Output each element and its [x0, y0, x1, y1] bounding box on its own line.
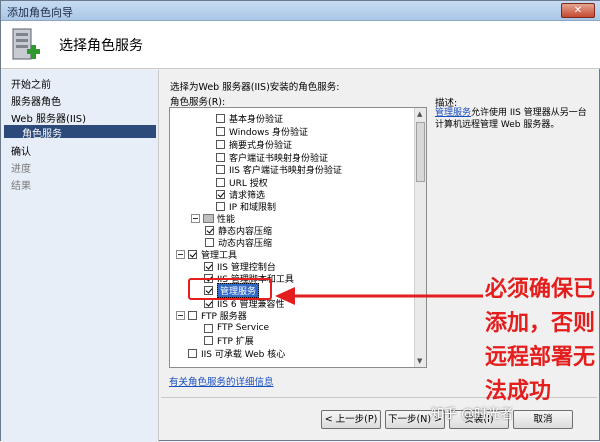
tree-group-management-tools[interactable]: 管理工具 [176, 248, 237, 261]
sidebar-item-label: 角色服务 [22, 129, 62, 140]
checkbox[interactable] [216, 201, 225, 211]
tree-item-label: 基本身份验证 [229, 114, 284, 125]
description-text: 管理服务允许使用 IIS 管理器从另一台计算机远程管理 Web 服务器。 [435, 107, 593, 131]
cancel-button[interactable]: 取消 [513, 410, 573, 429]
checkbox[interactable] [216, 164, 225, 174]
instruction-text: 选择为Web 服务器(IIS)安装的角色服务: [170, 82, 340, 93]
sidebar-item-progress: 进度 [11, 164, 31, 175]
tree-item-label: IIS 可承载 Web 核心 [201, 349, 286, 360]
tree-item-label: FTP Service [217, 323, 270, 333]
highlight-box [188, 278, 272, 300]
tree-item[interactable]: 请求筛选 [216, 188, 265, 201]
sidebar-item-server-roles[interactable]: 服务器角色 [11, 93, 61, 108]
wizard-header: 选择角色服务 [1, 21, 600, 69]
tree-item[interactable]: URL 授权 [216, 176, 268, 189]
title-bar: 添加角色向导 ✕ [1, 1, 600, 21]
sidebar-item-role-services[interactable]: 角色服务 [4, 125, 156, 140]
checkbox[interactable] [216, 177, 225, 187]
tree-item[interactable]: FTP Service [204, 322, 269, 334]
tree-scrollbar[interactable]: ▲ ▼ [414, 108, 426, 367]
page-title: 选择角色服务 [59, 38, 143, 54]
checkbox[interactable] [188, 348, 197, 358]
checkbox[interactable] [188, 310, 197, 320]
checkbox[interactable] [204, 261, 213, 271]
tree-item[interactable]: 基本身份验证 [216, 112, 284, 125]
sidebar-item-results: 结果 [11, 181, 31, 192]
folder-icon [203, 213, 214, 223]
sidebar-item-before-you-begin[interactable]: 开始之前 [11, 76, 51, 91]
tree-item[interactable]: IIS 可承载 Web 核心 [188, 347, 286, 360]
tree-group-ftp-server[interactable]: FTP 服务器 [176, 309, 247, 322]
role-services-label: 角色服务(R): [170, 97, 226, 108]
tree-item-label: IIS 客户端证书映射身份验证 [229, 165, 342, 176]
scroll-up-icon[interactable]: ▲ [417, 110, 422, 118]
sidebar-item-confirmation[interactable]: 确认 [11, 143, 31, 158]
add-roles-wizard-window: 添加角色向导 ✕ 选择角色服务 开始之前 服务器角色 Web 服务器(IIS) … [0, 0, 600, 442]
checkbox[interactable] [205, 237, 214, 247]
tree-item[interactable]: 动态内容压缩 [205, 236, 272, 249]
more-info-link[interactable]: 有关角色服务的详细信息 [169, 374, 274, 388]
tree-item[interactable]: 摘要式身份验证 [216, 138, 293, 151]
description-link[interactable]: 管理服务 [435, 108, 471, 118]
tree-item-label: FTP 扩展 [217, 336, 254, 347]
checkbox[interactable] [204, 323, 213, 333]
prev-button[interactable]: < 上一步(P) [321, 410, 381, 429]
watermark: 知乎 @时光者 [431, 407, 514, 422]
arrow-left-icon [275, 287, 483, 305]
checkbox[interactable] [216, 113, 225, 123]
scroll-thumb[interactable] [416, 122, 425, 182]
collapse-icon[interactable] [191, 213, 200, 223]
scroll-down-icon[interactable]: ▼ [417, 357, 422, 365]
tree-item-label: FTP 服务器 [201, 311, 247, 322]
checkbox[interactable] [216, 152, 225, 162]
tree-group-performance[interactable]: 性能 [191, 212, 235, 225]
tree-item[interactable]: 客户端证书映射身份验证 [216, 151, 328, 164]
tree-item[interactable]: Windows 身份验证 [216, 125, 309, 138]
tree-item[interactable]: 静态内容压缩 [205, 224, 272, 237]
tree-item[interactable]: FTP 扩展 [204, 334, 254, 347]
window-title: 添加角色向导 [7, 6, 73, 19]
collapse-icon[interactable] [176, 249, 185, 259]
annotation-text: 必须确保已添加，否则远程部署无法成功 [485, 277, 596, 404]
checkbox[interactable] [216, 189, 225, 199]
tree-item-label: 摘要式身份验证 [229, 140, 293, 151]
checkbox[interactable] [204, 335, 213, 345]
role-services-tree[interactable]: 基本身份验证 Windows 身份验证 摘要式身份验证 客户端证书映射身份验证 … [169, 107, 427, 368]
tree-item[interactable]: IP 和域限制 [216, 200, 276, 213]
checkbox[interactable] [188, 249, 197, 259]
server-add-icon [12, 28, 40, 60]
tree-item-label: Windows 身份验证 [229, 127, 309, 138]
checkbox[interactable] [205, 225, 214, 235]
checkbox[interactable] [216, 126, 225, 136]
wizard-sidebar: 开始之前 服务器角色 Web 服务器(IIS) 角色服务 确认 进度 结果 [1, 70, 159, 442]
close-button[interactable]: ✕ [561, 3, 595, 18]
checkbox[interactable] [216, 139, 225, 149]
collapse-icon[interactable] [176, 310, 185, 320]
tree-item[interactable]: IIS 客户端证书映射身份验证 [216, 163, 342, 176]
tree-item-label: IP 和域限制 [229, 202, 276, 213]
tree-item[interactable]: IIS 管理控制台 [204, 260, 276, 273]
sidebar-item-web-server-iis[interactable]: Web 服务器(IIS) [11, 110, 86, 125]
